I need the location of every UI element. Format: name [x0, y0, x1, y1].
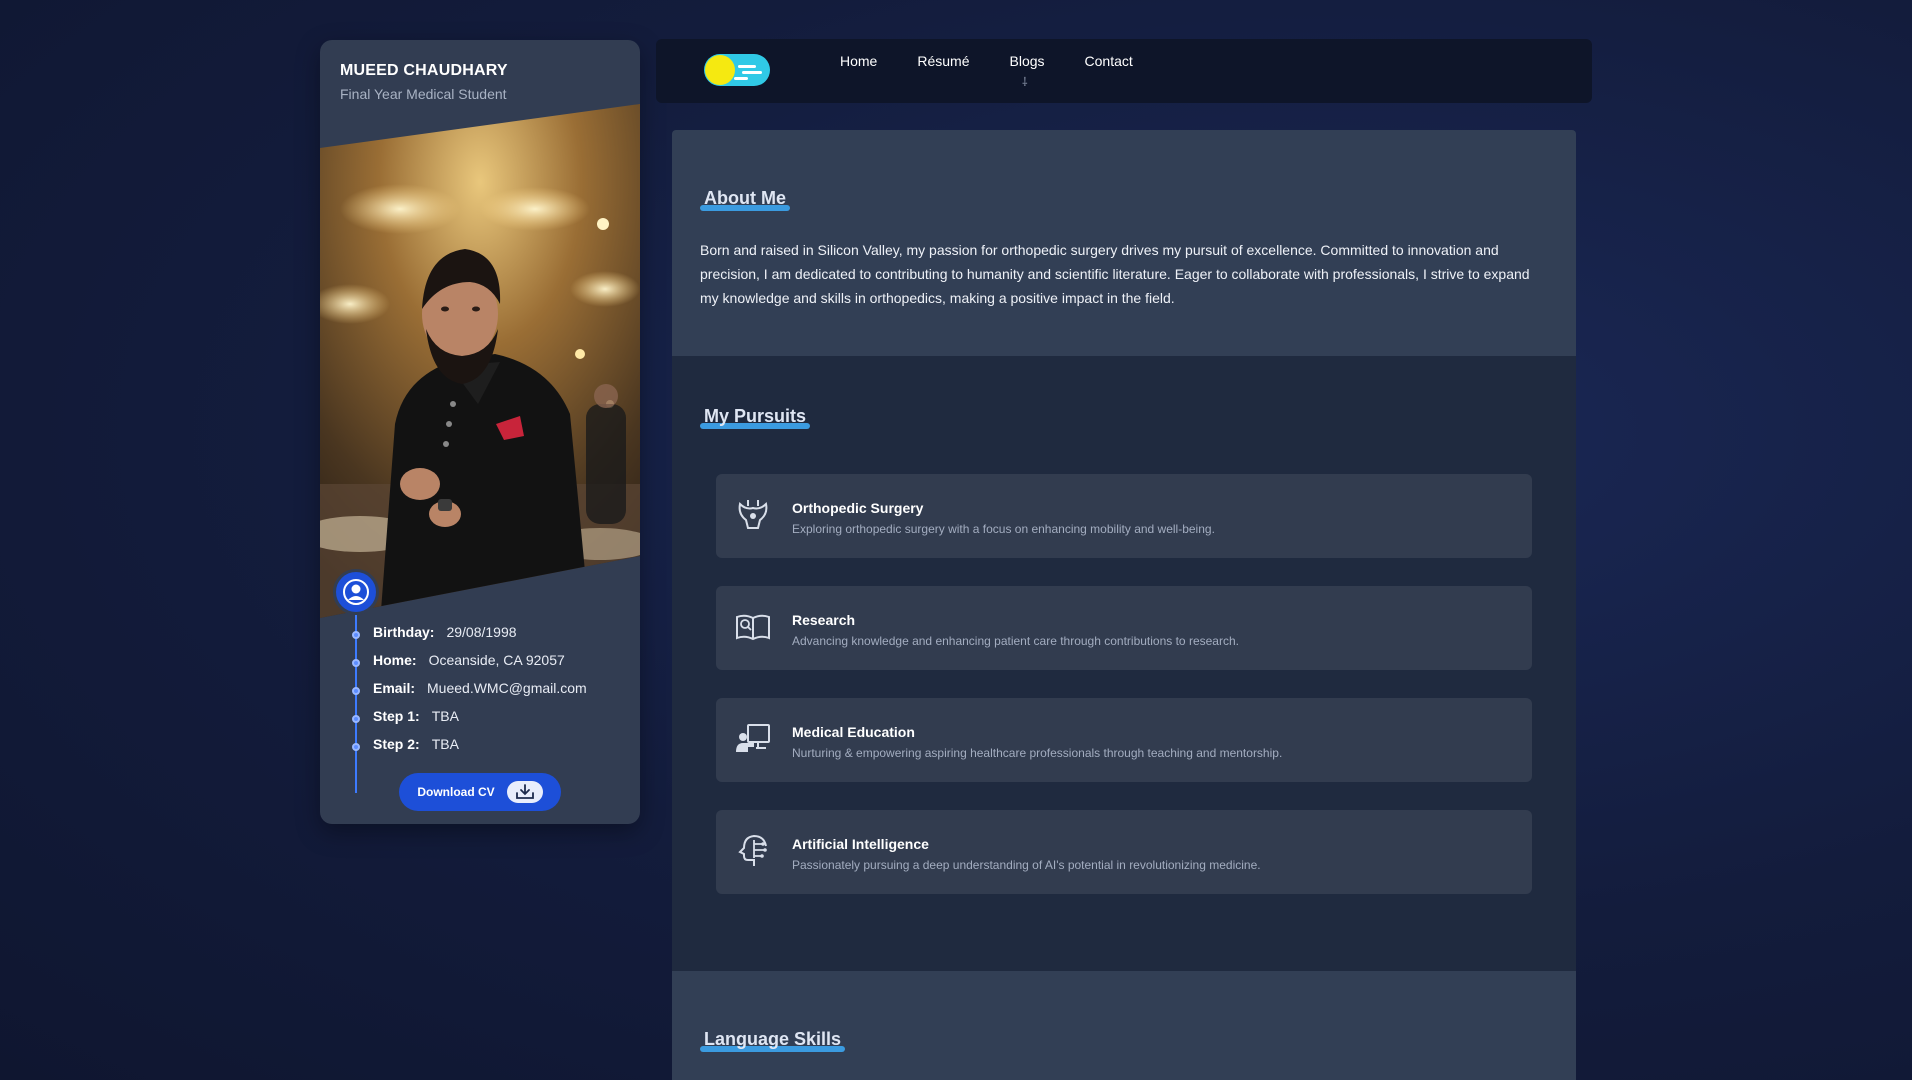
streak-line — [742, 71, 762, 74]
main-content: About Me Born and raised in Silicon Vall… — [672, 130, 1576, 1080]
pursuit-title: Medical Education — [792, 724, 915, 740]
nav-contact[interactable]: Contact — [1085, 53, 1133, 69]
info-value: Oceanside, CA 92057 — [428, 652, 565, 668]
pursuit-title: Artificial Intelligence — [792, 836, 929, 852]
pursuit-card-ai[interactable]: Artificial Intelligence Passionately pur… — [716, 810, 1532, 894]
pursuit-title: Orthopedic Surgery — [792, 500, 924, 516]
download-cv-button[interactable]: Download CV — [399, 773, 561, 811]
info-label: Home: — [373, 652, 417, 668]
nav-blogs[interactable]: Blogs ⸸ — [1009, 53, 1045, 89]
info-label: Email: — [373, 680, 416, 696]
info-label: Step 1: — [373, 708, 420, 724]
profile-card: MUEED CHAUDHARY Final Year Medical Stude… — [320, 40, 640, 824]
timeline-dot — [352, 687, 360, 695]
language-skills-heading: Language Skills — [700, 1029, 846, 1052]
portfolio-page: MUEED CHAUDHARY Final Year Medical Stude… — [0, 0, 1912, 1080]
profile-info-list: Birthday: 29/08/1998 Home: Oceanside, CA… — [352, 618, 635, 758]
pursuit-title: Research — [792, 612, 856, 628]
info-value: TBA — [431, 708, 459, 724]
pursuits-section: My Pursuits Orthopedic Surgery Exploring… — [672, 356, 1576, 971]
pursuit-description: Exploring orthopedic surgery with a focu… — [792, 522, 1215, 536]
about-text: Born and raised in Silicon Valley, my pa… — [700, 242, 1530, 306]
about-section: About Me Born and raised in Silicon Vall… — [672, 130, 1576, 356]
info-row-step2: Step 2: TBA — [352, 730, 635, 758]
pursuit-card-orthopedic[interactable]: Orthopedic Surgery Exploring orthopedic … — [716, 474, 1532, 558]
download-icon — [506, 781, 543, 803]
info-label: Step 2: — [373, 736, 420, 752]
profile-title: Final Year Medical Student — [340, 86, 507, 102]
top-navigation: Home Résumé Blogs ⸸ Contact — [656, 39, 1592, 103]
teacher-board-icon — [736, 724, 770, 752]
open-book-icon — [736, 614, 770, 641]
theme-toggle-logo[interactable] — [704, 54, 770, 86]
streak-line — [738, 65, 756, 68]
pursuit-description: Advancing knowledge and enhancing patien… — [792, 634, 1239, 648]
ai-head-icon — [738, 834, 767, 866]
pelvis-bone-icon — [738, 500, 768, 529]
info-value: Mueed.WMC@gmail.com — [427, 680, 587, 696]
pursuit-description: Passionately pursuing a deep understandi… — [792, 858, 1261, 872]
timeline-dot — [352, 631, 360, 639]
download-cv-label: Download CV — [417, 785, 495, 799]
profile-name: MUEED CHAUDHARY — [340, 62, 508, 79]
pursuit-card-medical-education[interactable]: Medical Education Nurturing & empowering… — [716, 698, 1532, 782]
nav-links: Home Résumé Blogs ⸸ Contact — [840, 53, 1173, 89]
info-row-step1: Step 1: TBA — [352, 702, 635, 730]
language-skills-section: Language Skills — [672, 971, 1576, 1080]
user-icon — [343, 579, 369, 605]
info-row-home: Home: Oceanside, CA 92057 — [352, 646, 635, 674]
profile-photo-image — [320, 104, 640, 618]
info-row-email: Email: Mueed.WMC@gmail.com — [352, 674, 635, 702]
pursuit-card-research[interactable]: Research Advancing knowledge and enhanci… — [716, 586, 1532, 670]
info-label: Birthday: — [373, 624, 435, 640]
nav-blogs-label: Blogs — [1009, 53, 1045, 69]
info-value: TBA — [431, 736, 459, 752]
pursuits-heading: My Pursuits — [700, 406, 811, 429]
timeline-dot — [352, 743, 360, 751]
dropdown-arrow-icon: ⸸ — [1022, 75, 1028, 89]
nav-resume[interactable]: Résumé — [917, 53, 969, 69]
pursuit-description: Nurturing & empowering aspiring healthca… — [792, 746, 1283, 760]
timeline-dot — [352, 659, 360, 667]
nav-home[interactable]: Home — [840, 53, 877, 69]
profile-photo — [320, 104, 640, 618]
info-value: 29/08/1998 — [446, 624, 517, 640]
sun-icon — [705, 55, 735, 85]
streak-line — [734, 77, 748, 80]
timeline-dot — [352, 715, 360, 723]
about-heading: About Me — [700, 188, 790, 211]
avatar-badge — [333, 569, 379, 615]
info-row-birthday: Birthday: 29/08/1998 — [352, 618, 635, 646]
